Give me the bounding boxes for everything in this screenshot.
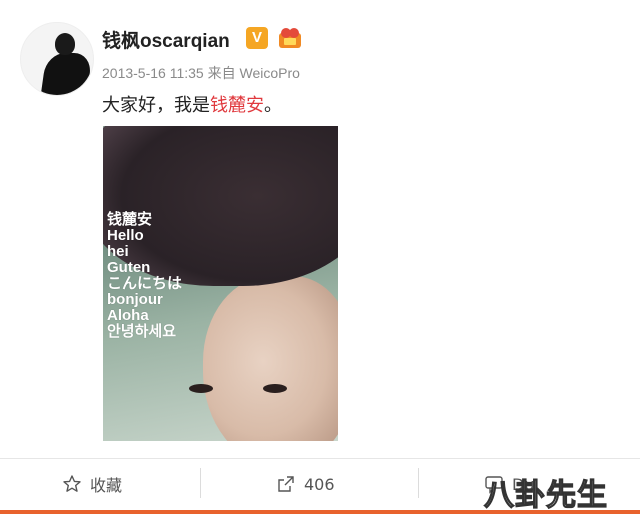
favorite-button[interactable]: 收藏 [62, 472, 122, 496]
post-photo[interactable]: 钱麓安 Hello hei Guten こんにちは bonjour Aloha … [103, 126, 338, 441]
overlay-line: Hello [107, 227, 144, 244]
username[interactable]: 钱枫oscarqian [102, 26, 230, 53]
avatar-figure-body [39, 53, 93, 95]
accent-bar [0, 510, 640, 514]
action-separator [200, 468, 201, 498]
photo-eye-left [263, 384, 287, 393]
overlay-line: Aloha [107, 307, 149, 324]
post-text-after: 。 [264, 95, 282, 116]
post-source[interactable]: 来自 WeicoPro [208, 65, 300, 81]
overlay-line: hei [107, 243, 129, 260]
post-text: 大家好，我是钱麓安。 [102, 91, 282, 117]
watermark: 八卦先生 [483, 477, 608, 513]
vip-badge-icon[interactable] [278, 27, 302, 49]
avatar-figure-head [55, 33, 75, 55]
overlay-line: 안녕하세요 [107, 323, 177, 340]
post-meta: 2013-5-16 11:35 来自 WeicoPro [102, 63, 300, 83]
post-text-before: 大家好，我是 [102, 95, 210, 116]
verified-badge-icon[interactable]: V [246, 27, 268, 49]
photo-face [203, 276, 338, 441]
share-icon [276, 474, 296, 494]
repost-count: 406 [304, 474, 335, 494]
action-separator [418, 468, 419, 498]
favorite-label: 收藏 [90, 476, 123, 495]
action-bar-divider [0, 458, 640, 459]
overlay-line: こんにちは [107, 275, 183, 292]
post-text-highlight[interactable]: 钱麓安 [210, 95, 264, 116]
photo-eye-right [189, 384, 213, 393]
avatar[interactable] [20, 22, 94, 96]
repost-button[interactable]: 406 [276, 472, 335, 496]
overlay-line: bonjour [107, 291, 163, 308]
star-icon [62, 474, 82, 494]
overlay-line: Guten [107, 259, 151, 276]
post-timestamp[interactable]: 2013-5-16 11:35 [102, 65, 204, 81]
photo-overlay-text: 钱麓安 Hello hei Guten こんにちは bonjour Aloha … [107, 212, 182, 340]
overlay-line: 钱麓安 [107, 211, 153, 228]
